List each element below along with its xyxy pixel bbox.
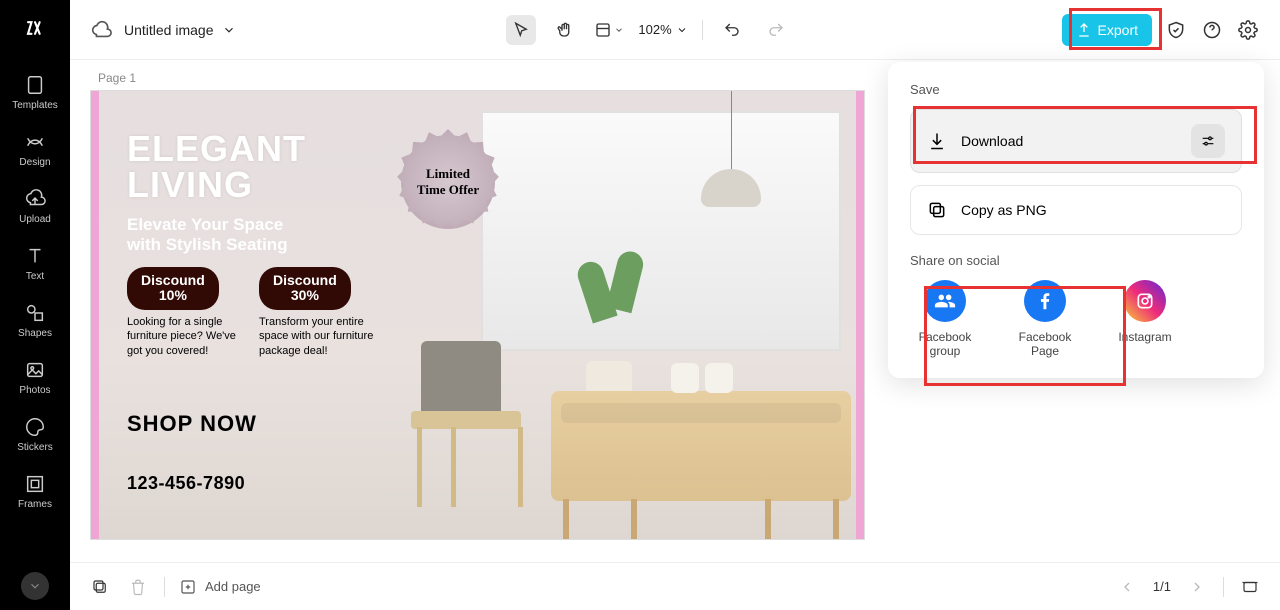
subtitle-text[interactable]: Elevate Your Space with Stylish Seating: [127, 215, 288, 256]
discount-pill-1[interactable]: Discound10%: [127, 267, 219, 310]
undo-button[interactable]: [717, 15, 747, 45]
download-label: Download: [961, 133, 1023, 149]
resize-tool[interactable]: [594, 15, 624, 45]
layers-icon[interactable]: [88, 575, 112, 599]
add-page-label: Add page: [205, 579, 261, 594]
zoom-value: 102%: [638, 22, 671, 37]
chevron-down-icon: [222, 23, 236, 37]
canvas-border-left: [91, 91, 99, 539]
design-canvas[interactable]: ELEGANT LIVING Elevate Your Space with S…: [90, 90, 865, 540]
export-button[interactable]: Export: [1062, 14, 1152, 46]
window-graphic: [481, 111, 841, 351]
present-icon[interactable]: [1238, 575, 1262, 599]
sidebar-label: Text: [26, 271, 44, 282]
prev-page-button[interactable]: [1115, 575, 1139, 599]
desc-text-2[interactable]: Transform your entire space with our fur…: [259, 315, 379, 358]
lamp-cord: [731, 91, 732, 171]
cta-text[interactable]: SHOP NOW: [127, 411, 257, 437]
app-logo: [17, 10, 53, 46]
sideboard-graphic: [551, 391, 851, 501]
mug-graphic: [705, 363, 733, 393]
sidebar-item-text[interactable]: Text: [0, 235, 70, 292]
share-instagram[interactable]: Instagram: [1110, 280, 1180, 358]
save-section-label: Save: [910, 82, 1242, 97]
download-settings-button[interactable]: [1191, 124, 1225, 158]
download-row[interactable]: Download: [910, 109, 1242, 173]
discount-pill-2[interactable]: Discound30%: [259, 267, 351, 310]
shield-icon[interactable]: [1164, 18, 1188, 42]
sidebar-label: Templates: [12, 100, 58, 111]
settings-icon[interactable]: [1236, 18, 1260, 42]
facebook-group-icon: [924, 280, 966, 322]
share-label: Facebook group: [910, 330, 980, 358]
hand-tool[interactable]: [550, 15, 580, 45]
zoom-level[interactable]: 102%: [638, 22, 687, 37]
add-page-button[interactable]: Add page: [179, 578, 261, 596]
next-page-button[interactable]: [1185, 575, 1209, 599]
phone-text[interactable]: 123-456-7890: [127, 473, 245, 494]
sidebar-item-shapes[interactable]: Shapes: [0, 292, 70, 349]
export-label: Export: [1098, 22, 1138, 38]
heading-text[interactable]: ELEGANT LIVING: [127, 131, 306, 203]
sidebar-item-stickers[interactable]: Stickers: [0, 406, 70, 463]
export-icon: [1076, 22, 1092, 38]
top-toolbar: Untitled image 102%: [70, 0, 1280, 60]
sliders-icon: [1200, 133, 1216, 149]
page-label: Page 1: [98, 71, 136, 85]
share-section-label: Share on social: [910, 253, 1242, 268]
sidebar-more-button[interactable]: [21, 572, 49, 600]
sidebar-label: Stickers: [17, 442, 53, 453]
document-title[interactable]: Untitled image: [124, 22, 236, 38]
canvas-border-right: [856, 91, 864, 539]
document-title-text: Untitled image: [124, 22, 214, 38]
copy-png-row[interactable]: Copy as PNG: [910, 185, 1242, 235]
share-label: Facebook Page: [1010, 330, 1080, 358]
sidebar-item-frames[interactable]: Frames: [0, 463, 70, 520]
facebook-icon: [1024, 280, 1066, 322]
share-facebook-page[interactable]: Facebook Page: [1010, 280, 1080, 358]
sidebar-label: Photos: [19, 385, 50, 396]
sidebar-label: Upload: [19, 214, 51, 225]
left-sidebar: Templates Design Upload Text Shapes Phot…: [0, 0, 70, 610]
sidebar-label: Shapes: [18, 328, 52, 339]
sidebar-item-templates[interactable]: Templates: [0, 64, 70, 121]
download-icon: [927, 131, 947, 151]
cloud-sync-icon[interactable]: [90, 19, 112, 41]
plant-leaves: [571, 241, 651, 361]
bottom-bar: Add page 1/1: [70, 562, 1280, 610]
desc-text-1[interactable]: Looking for a single furniture piece? We…: [127, 315, 247, 358]
sidebar-label: Design: [19, 157, 50, 168]
share-label: Instagram: [1118, 330, 1171, 344]
sidebar-item-design[interactable]: Design: [0, 121, 70, 178]
share-facebook-group[interactable]: Facebook group: [910, 280, 980, 358]
instagram-icon: [1124, 280, 1166, 322]
copy-png-label: Copy as PNG: [961, 202, 1047, 218]
trash-icon[interactable]: [126, 575, 150, 599]
sidebar-label: Frames: [18, 499, 52, 510]
sidebar-item-photos[interactable]: Photos: [0, 349, 70, 406]
help-icon[interactable]: [1200, 18, 1224, 42]
redo-button[interactable]: [761, 15, 791, 45]
mug-graphic: [671, 363, 699, 393]
copy-icon: [927, 200, 947, 220]
chair-graphic: [411, 341, 531, 511]
sidebar-item-upload[interactable]: Upload: [0, 178, 70, 235]
offer-badge[interactable]: LimitedTime Offer: [401, 135, 495, 229]
select-tool[interactable]: [506, 15, 536, 45]
page-indicator: 1/1: [1153, 579, 1171, 594]
export-panel: Save Download Copy as PNG Share on socia…: [888, 62, 1264, 378]
